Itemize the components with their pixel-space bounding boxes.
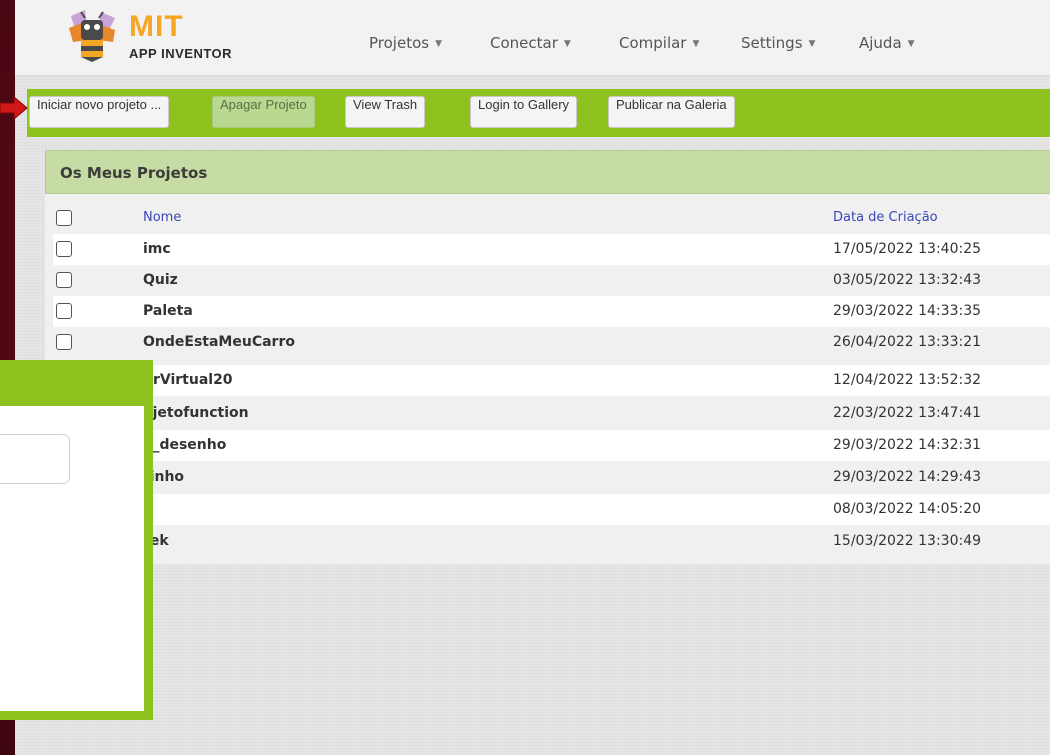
table-row[interactable]: imc 17/05/2022 13:40:25 [53, 234, 1050, 265]
delete-project-button[interactable]: Apagar Projeto [212, 96, 315, 128]
new-project-button[interactable]: Iniciar novo projeto ... [29, 96, 170, 128]
table-row[interactable]: tinho 29/03/2022 14:29:43 [53, 462, 1050, 493]
projects-panel-header: Os Meus Projetos [45, 150, 1050, 194]
project-name[interactable]: urVirtual20 [143, 372, 233, 388]
project-toolbar: Iniciar novo projeto ... Apagar Projeto … [27, 89, 1050, 137]
row-checkbox[interactable] [56, 272, 72, 288]
table-row[interactable]: a_desenho 29/03/2022 14:32:31 [53, 430, 1050, 461]
project-name[interactable]: OndeEstaMeuCarro [143, 334, 295, 350]
caret-down-icon: ▼ [692, 39, 700, 49]
project-name[interactable]: Quiz [143, 272, 178, 288]
menu-ajuda[interactable]: Ajuda ▼ [859, 34, 915, 52]
project-created-date: 26/04/2022 13:33:21 [833, 334, 982, 350]
app-inventor-logo[interactable]: MIT APP INVENTOR [63, 8, 253, 66]
menu-settings-label: Settings [741, 34, 803, 52]
table-row[interactable]: OndeEstaMeuCarro 26/04/2022 13:33:21 [53, 327, 1050, 358]
menu-projetos-label: Projetos [369, 34, 430, 52]
project-created-date: 03/05/2022 13:32:43 [833, 272, 982, 288]
project-created-date: 12/04/2022 13:52:32 [833, 372, 982, 388]
dialog-body [0, 406, 144, 711]
project-name[interactable]: Paleta [143, 303, 193, 319]
project-created-date: 29/03/2022 14:29:43 [833, 469, 982, 485]
project-created-date: 29/03/2022 14:33:35 [833, 303, 982, 319]
row-checkbox[interactable] [56, 303, 72, 319]
project-name[interactable]: a_desenho [143, 437, 226, 453]
app-window: MIT APP INVENTOR Projetos ▼ Conectar ▼ Com… [15, 0, 1050, 755]
menu-settings[interactable]: Settings ▼ [741, 34, 815, 52]
row-checkbox[interactable] [56, 241, 72, 257]
project-name-input[interactable] [0, 434, 70, 484]
project-created-date: 15/03/2022 13:30:49 [833, 533, 982, 549]
menu-compilar[interactable]: Compilar ▼ [619, 34, 699, 52]
table-row[interactable]: urVirtual20 12/04/2022 13:52:32 [53, 365, 1050, 396]
project-created-date: 17/05/2022 13:40:25 [833, 241, 982, 257]
view-trash-button[interactable]: View Trash [345, 96, 426, 128]
caret-down-icon: ▼ [563, 39, 571, 49]
select-all-checkbox[interactable] [56, 210, 72, 226]
login-gallery-button[interactable]: Login to Gallery [470, 96, 578, 128]
menu-projetos[interactable]: Projetos ▼ [369, 34, 442, 52]
new-project-dialog [0, 360, 153, 720]
top-navigation-bar: MIT APP INVENTOR Projetos ▼ Conectar ▼ Com… [15, 0, 1050, 76]
caret-down-icon: ▼ [808, 39, 816, 49]
menu-ajuda-label: Ajuda [859, 34, 902, 52]
table-row[interactable]: Paleta 29/03/2022 14:33:35 [53, 296, 1050, 327]
bee-logo-icon [69, 10, 115, 62]
table-row[interactable]: u 08/03/2022 14:05:20 [53, 494, 1050, 525]
logo-subtitle: APP INVENTOR [129, 46, 233, 61]
project-created-date: 22/03/2022 13:47:41 [833, 405, 982, 421]
project-created-date: 08/03/2022 14:05:20 [833, 501, 982, 517]
table-row[interactable]: ojetofunction 22/03/2022 13:47:41 [53, 398, 1050, 429]
caret-down-icon: ▼ [435, 39, 442, 49]
projects-panel: Os Meus Projetos Nome Data de Criação im… [45, 150, 1050, 564]
caret-down-icon: ▼ [907, 39, 915, 49]
projects-panel-title: Os Meus Projetos [60, 164, 208, 182]
menu-compilar-label: Compilar [619, 34, 687, 52]
arrow-right-icon [0, 96, 28, 120]
column-header-name[interactable]: Nome [143, 210, 181, 225]
menu-conectar[interactable]: Conectar ▼ [490, 34, 571, 52]
table-row[interactable]: rek 15/03/2022 13:30:49 [53, 526, 1050, 557]
project-name[interactable]: ojetofunction [143, 405, 249, 421]
table-row[interactable]: Quiz 03/05/2022 13:32:43 [53, 265, 1050, 296]
project-name[interactable]: imc [143, 241, 171, 257]
column-header-created[interactable]: Data de Criação [833, 210, 938, 225]
menu-conectar-label: Conectar [490, 34, 558, 52]
logo-title: MIT [129, 10, 184, 43]
publish-gallery-button[interactable]: Publicar na Galeria [608, 96, 735, 128]
project-created-date: 29/03/2022 14:32:31 [833, 437, 982, 453]
row-checkbox[interactable] [56, 334, 72, 350]
